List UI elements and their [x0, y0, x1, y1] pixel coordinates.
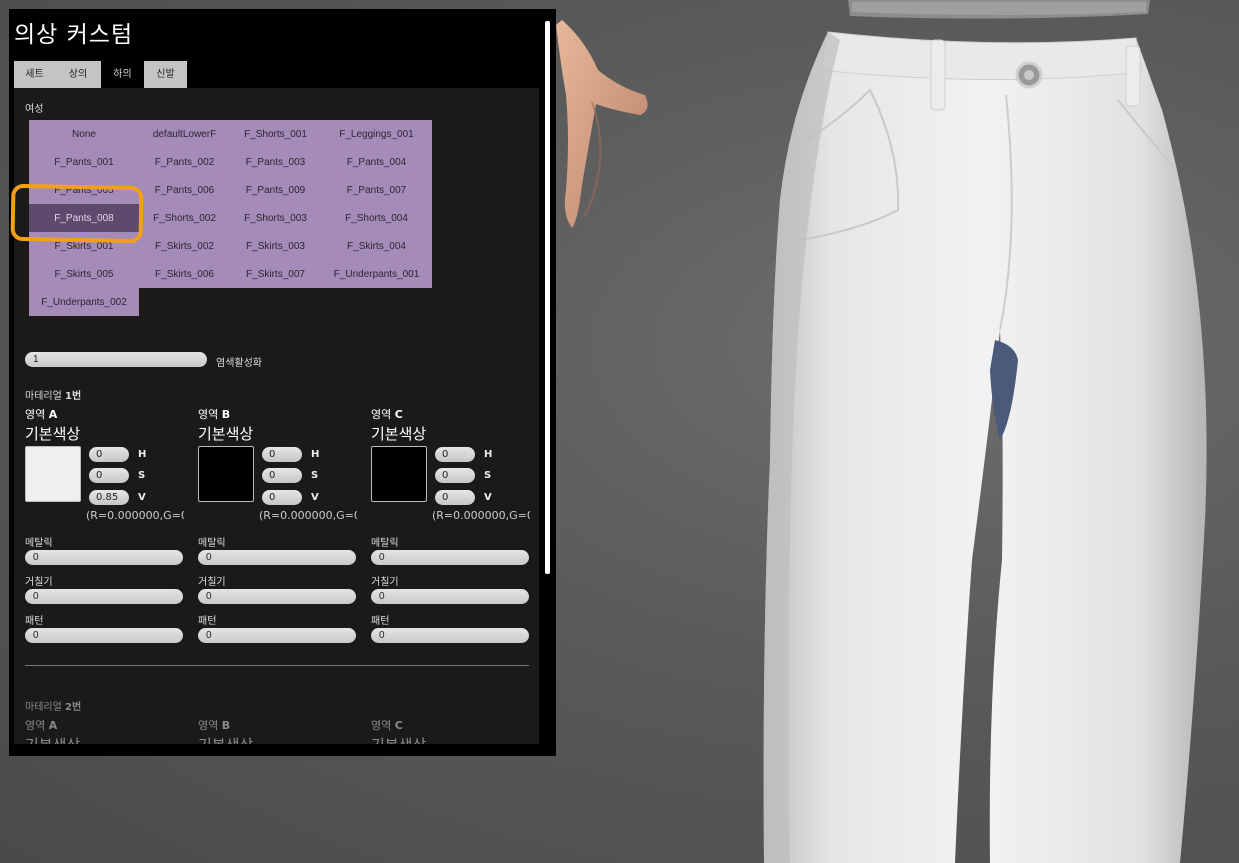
- zone-c-roughness-label: 거칠기: [371, 577, 399, 588]
- s-label: S: [311, 470, 319, 481]
- item-f-shorts-004[interactable]: F_Shorts_004: [321, 204, 432, 232]
- item-f-skirts-005[interactable]: F_Skirts_005: [29, 260, 139, 288]
- material-1-title: 마테리얼 1번: [25, 391, 82, 402]
- zone-a-rgb-text: (R=0.000000,G=0.: [86, 509, 184, 522]
- zone-b-title: 영역 B: [198, 408, 231, 421]
- material-2-zone-c-base-color-label: 기본색상: [371, 734, 426, 744]
- zone-b-metallic-label: 메탈릭: [198, 538, 226, 549]
- item-f-pants-004[interactable]: F_Pants_004: [321, 148, 432, 176]
- zone-b-rgb-text: (R=0.000000,G=0.: [259, 509, 357, 522]
- material-2-title: 마테리얼 2번: [25, 702, 82, 713]
- zone-c-title: 영역 C: [371, 408, 403, 421]
- item-f-skirts-002[interactable]: F_Skirts_002: [139, 232, 230, 260]
- item-f-pants-009[interactable]: F_Pants_009: [230, 176, 321, 204]
- item-f-pants-002[interactable]: F_Pants_002: [139, 148, 230, 176]
- item-f-pants-001[interactable]: F_Pants_001: [29, 148, 139, 176]
- tab-shoes[interactable]: 신발: [144, 61, 187, 88]
- zone-c-pattern-label: 패턴: [371, 616, 390, 627]
- panel-title: 의상 커스텀: [14, 22, 134, 48]
- zone-a-color-swatch[interactable]: [25, 446, 81, 502]
- zone-c-metallic-label: 메탈릭: [371, 538, 399, 549]
- zone-a-roughness-label: 거칠기: [25, 577, 53, 588]
- material-2-zone-c-title: 영역 C: [371, 719, 403, 732]
- item-defaultlowerf[interactable]: defaultLowerF: [139, 120, 230, 148]
- zone-a-title: 영역 A: [25, 408, 58, 421]
- zone-b-metallic-slider[interactable]: 0: [198, 550, 356, 565]
- tab-top[interactable]: 상의: [55, 61, 101, 88]
- zone-b-v-input[interactable]: 0: [262, 490, 302, 505]
- item-f-shorts-003[interactable]: F_Shorts_003: [230, 204, 321, 232]
- item-f-underpants-001[interactable]: F_Underpants_001: [321, 260, 432, 288]
- material-2-zone-b-title: 영역 B: [198, 719, 231, 732]
- dye-label: 염색활성화: [216, 358, 262, 369]
- zone-b-color-swatch[interactable]: [198, 446, 254, 502]
- zone-b-pattern-slider[interactable]: 0: [198, 628, 356, 643]
- zone-b-h-input[interactable]: 0: [262, 447, 302, 462]
- zone-c-pattern-slider[interactable]: 0: [371, 628, 529, 643]
- v-label: V: [484, 492, 492, 503]
- material-2-zone-b-base-color-label: 기본색상: [198, 734, 253, 744]
- h-label: H: [484, 449, 493, 460]
- zone-a-pattern-slider[interactable]: 0: [25, 628, 183, 643]
- zone-c-rgb-text: (R=0.000000,G=0.: [432, 509, 530, 522]
- zone-a-v-input[interactable]: 0.85: [89, 490, 129, 505]
- zone-b-base-color-label: 기본색상: [198, 425, 254, 443]
- v-label: V: [138, 492, 146, 503]
- scrollbar[interactable]: [545, 21, 550, 574]
- zone-a-h-input[interactable]: 0: [89, 447, 129, 462]
- material-2-zone-a-base-color-label: 기본색상: [25, 734, 80, 744]
- zone-a-pattern-label: 패턴: [25, 616, 44, 627]
- selection-highlight-annotation: [10, 183, 144, 244]
- zone-a-roughness-slider[interactable]: 0: [25, 589, 183, 604]
- section-divider: [25, 665, 529, 666]
- item-none[interactable]: None: [29, 120, 139, 148]
- zone-c-v-input[interactable]: 0: [435, 490, 475, 505]
- item-f-pants-006[interactable]: F_Pants_006: [139, 176, 230, 204]
- item-f-skirts-006[interactable]: F_Skirts_006: [139, 260, 230, 288]
- v-label: V: [311, 492, 319, 503]
- item-f-skirts-003[interactable]: F_Skirts_003: [230, 232, 321, 260]
- item-f-shorts-001[interactable]: F_Shorts_001: [230, 120, 321, 148]
- zone-c-s-input[interactable]: 0: [435, 468, 475, 483]
- zone-b-roughness-label: 거칠기: [198, 577, 226, 588]
- zone-b-s-input[interactable]: 0: [262, 468, 302, 483]
- zone-a-s-input[interactable]: 0: [89, 468, 129, 483]
- zone-c-h-input[interactable]: 0: [435, 447, 475, 462]
- zone-b-roughness-slider[interactable]: 0: [198, 589, 356, 604]
- zone-a-metallic-slider[interactable]: 0: [25, 550, 183, 565]
- s-label: S: [484, 470, 492, 481]
- item-f-skirts-004[interactable]: F_Skirts_004: [321, 232, 432, 260]
- zone-c-metallic-slider[interactable]: 0: [371, 550, 529, 565]
- zone-c-base-color-label: 기본색상: [371, 425, 427, 443]
- zone-a-metallic-label: 메탈릭: [25, 538, 53, 549]
- item-f-skirts-007[interactable]: F_Skirts_007: [230, 260, 321, 288]
- dye-slider[interactable]: 1: [25, 352, 207, 367]
- costume-custom-panel: 의상 커스텀 세트 상의 하의 신발 여성 None defaultLowerF…: [9, 9, 556, 756]
- zone-c-color-swatch[interactable]: [371, 446, 427, 502]
- h-label: H: [138, 449, 147, 460]
- material-2-zone-a-title: 영역 A: [25, 719, 58, 732]
- zone-b-pattern-label: 패턴: [198, 616, 217, 627]
- item-f-underpants-002[interactable]: F_Underpants_002: [29, 288, 139, 316]
- item-f-leggings-001[interactable]: F_Leggings_001: [321, 120, 432, 148]
- s-label: S: [138, 470, 146, 481]
- tab-set[interactable]: 세트: [14, 61, 55, 88]
- zone-a-base-color-label: 기본색상: [25, 425, 81, 443]
- item-f-shorts-002[interactable]: F_Shorts_002: [139, 204, 230, 232]
- tab-bottom[interactable]: 하의: [101, 61, 144, 88]
- h-label: H: [311, 449, 320, 460]
- zone-c-roughness-slider[interactable]: 0: [371, 589, 529, 604]
- item-f-pants-003[interactable]: F_Pants_003: [230, 148, 321, 176]
- item-f-pants-007[interactable]: F_Pants_007: [321, 176, 432, 204]
- section-label: 여성: [25, 104, 44, 115]
